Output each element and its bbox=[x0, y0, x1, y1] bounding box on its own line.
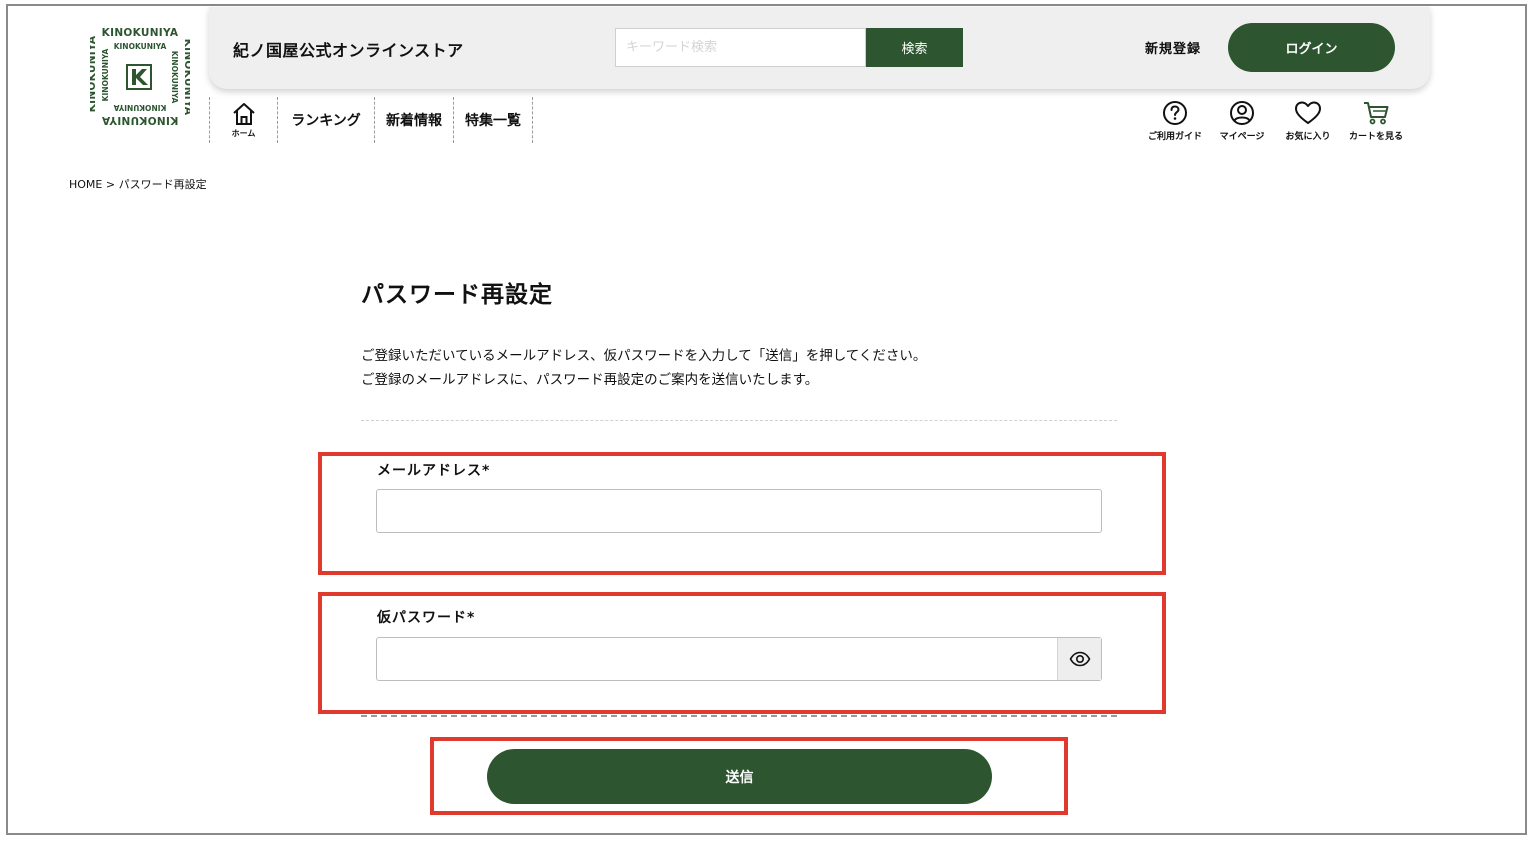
login-button[interactable]: ログイン bbox=[1228, 23, 1395, 72]
heart-icon bbox=[1295, 101, 1321, 124]
highlight-password-section bbox=[318, 592, 1166, 714]
nav-news[interactable]: 新着情報 bbox=[374, 97, 453, 143]
register-link[interactable]: 新規登録 bbox=[1145, 38, 1201, 57]
header-bar: 紀ノ国屋公式オンラインストア 検索 新規登録 ログイン bbox=[209, 7, 1430, 89]
nav-ranking[interactable]: ランキング bbox=[277, 97, 374, 143]
search-button[interactable]: 検索 bbox=[866, 28, 963, 67]
description-line-1: ご登録いただいているメールアドレス、仮パスワードを入力して「送信」を押してくださ… bbox=[361, 348, 927, 364]
page-description: ご登録いただいているメールアドレス、仮パスワードを入力して「送信」を押してくださ… bbox=[361, 344, 926, 392]
home-icon bbox=[232, 102, 255, 125]
svg-text:KINOKUNIYA: KINOKUNIYA bbox=[101, 114, 178, 126]
breadcrumb[interactable]: HOME > パスワード再設定 bbox=[69, 176, 207, 192]
svg-text:KINOKUNIYA: KINOKUNIYA bbox=[114, 103, 167, 112]
help-icon bbox=[1163, 101, 1187, 125]
search-input[interactable] bbox=[615, 28, 866, 67]
favorites-label: お気に入り bbox=[1285, 132, 1331, 142]
nav-features[interactable]: 特集一覧 bbox=[453, 97, 533, 143]
svg-text:KINOKUNIYA: KINOKUNIYA bbox=[90, 35, 98, 112]
page-title: パスワード再設定 bbox=[361, 282, 553, 308]
divider-bottom bbox=[361, 715, 1117, 717]
svg-text:KINOKUNIYA: KINOKUNIYA bbox=[170, 51, 179, 104]
description-line-2: ご登録のメールアドレスに、パスワード再設定のご案内を送信いたします。 bbox=[361, 372, 819, 388]
highlight-submit-section bbox=[430, 737, 1068, 815]
user-icon bbox=[1230, 101, 1254, 125]
divider-top bbox=[361, 420, 1117, 421]
nav-home[interactable]: ホーム bbox=[209, 97, 277, 143]
cart-link[interactable]: カートを見る bbox=[1336, 100, 1416, 142]
highlight-email-section bbox=[318, 452, 1166, 575]
svg-text:KINOKUNIYA: KINOKUNIYA bbox=[101, 49, 110, 102]
svg-text:KINOKUNIYA: KINOKUNIYA bbox=[102, 27, 179, 39]
mypage-label: マイページ bbox=[1219, 132, 1265, 142]
cart-icon bbox=[1364, 102, 1389, 125]
guide-label: ご利用ガイド bbox=[1147, 132, 1202, 142]
store-name[interactable]: 紀ノ国屋公式オンラインストア bbox=[233, 37, 464, 61]
main-nav: ホーム ランキング 新着情報 特集一覧 bbox=[209, 97, 533, 143]
cart-label: カートを見る bbox=[1348, 132, 1403, 142]
svg-text:KINOKUNIYA: KINOKUNIYA bbox=[182, 39, 190, 116]
kinokuniya-logo[interactable]: KINOKUNIYA KINOKUNIYA KINOKUNIYA KINOKUN… bbox=[90, 27, 190, 127]
svg-text:KINOKUNIYA: KINOKUNIYA bbox=[114, 42, 167, 51]
nav-home-label: ホーム bbox=[231, 128, 256, 138]
